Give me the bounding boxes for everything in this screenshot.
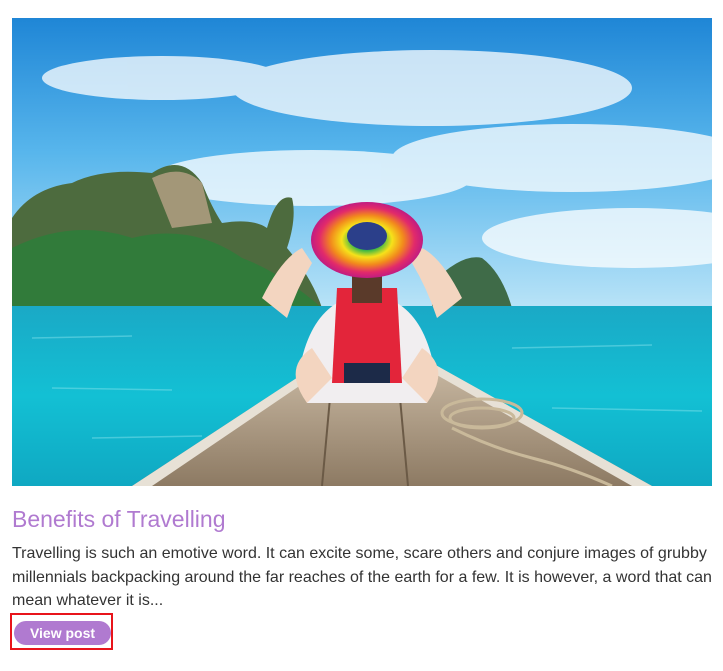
post-excerpt: Travelling is such an emotive word. It c… (12, 545, 712, 609)
blog-post-card: Benefits of Travelling Travelling is suc… (0, 0, 723, 671)
post-title[interactable]: Benefits of Travelling (12, 503, 226, 535)
post-hero-image[interactable] (12, 18, 712, 486)
view-post-button[interactable]: View post (14, 621, 111, 645)
view-post-highlight: View post (10, 613, 113, 650)
